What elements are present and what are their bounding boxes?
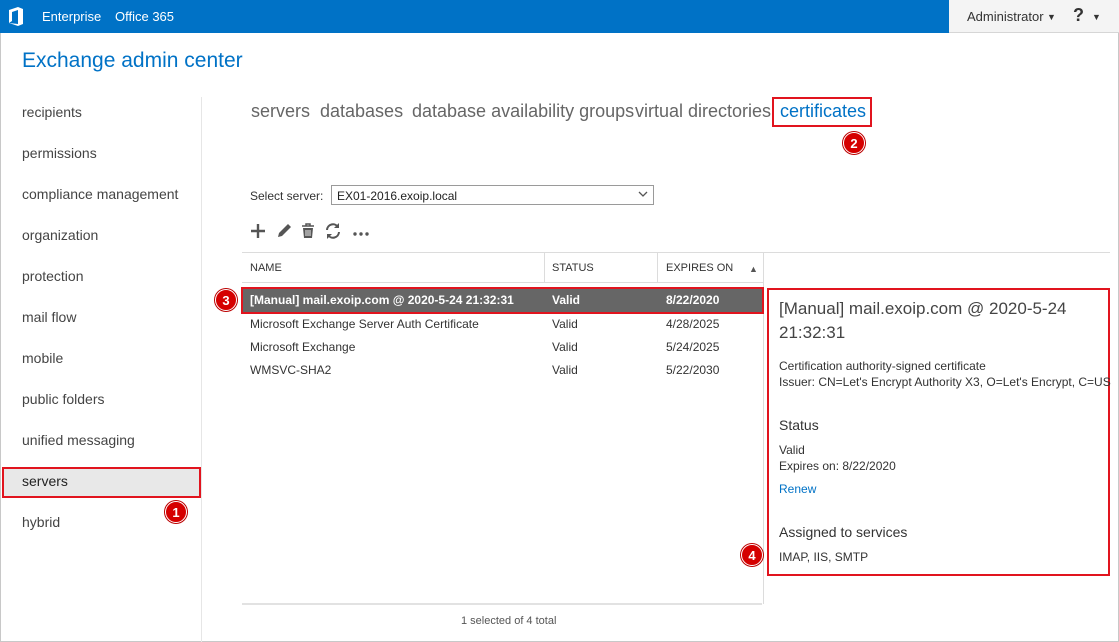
details-services-heading: Assigned to services <box>779 524 908 540</box>
server-dropdown-value: EX01-2016.exoip.local <box>337 189 458 203</box>
step-badge-4: 4 <box>741 544 763 566</box>
details-expires: Expires on: 8/22/2020 <box>779 459 896 473</box>
nav-item-recipients[interactable]: recipients <box>22 104 82 120</box>
tab-database-availability-groups[interactable]: database availability groups <box>412 101 634 122</box>
cell-expires: 5/24/2025 <box>666 340 720 354</box>
more-icon[interactable] <box>352 222 370 240</box>
step-badge-3: 3 <box>215 289 237 311</box>
selection-count: 1 selected of 4 total <box>461 615 557 627</box>
page-title: Exchange admin center <box>22 49 243 72</box>
select-server-label: Select server: <box>250 189 324 203</box>
cell-status: Valid <box>552 317 578 331</box>
user-menu[interactable]: Administrator <box>967 9 1044 24</box>
highlight-box-certificates <box>772 97 872 127</box>
table-top-border <box>242 252 1110 253</box>
step-badge-1: 1 <box>165 501 187 523</box>
nav-item-permissions[interactable]: permissions <box>22 145 97 161</box>
details-certificate-type: Certification authority-signed certifica… <box>779 359 986 373</box>
tab-databases[interactable]: databases <box>320 101 403 122</box>
help-icon[interactable]: ? <box>1073 5 1084 26</box>
office365-link[interactable]: Office 365 <box>115 9 174 24</box>
edit-icon[interactable] <box>275 222 293 240</box>
details-status-value: Valid <box>779 443 805 457</box>
chevron-down-icon <box>638 191 648 197</box>
list-footer-divider <box>242 603 762 605</box>
server-dropdown[interactable]: EX01-2016.exoip.local <box>331 185 654 205</box>
highlight-box-servers <box>2 467 201 498</box>
nav-item-hybrid[interactable]: hybrid <box>22 514 60 530</box>
nav-item-protection[interactable]: protection <box>22 268 83 284</box>
office-logo-icon[interactable] <box>8 7 24 26</box>
nav-divider <box>201 97 202 642</box>
details-issuer: Issuer: CN=Let's Encrypt Authority X3, O… <box>779 375 1111 389</box>
details-title: [Manual] mail.exoip.com @ 2020-5-24 21:3… <box>779 299 1067 342</box>
column-header-expires-on[interactable]: EXPIRES ON <box>666 262 733 274</box>
cell-status: Valid <box>552 340 578 354</box>
refresh-icon[interactable] <box>324 222 342 240</box>
nav-item-unified-messaging[interactable]: unified messaging <box>22 432 135 448</box>
highlight-box-selected-row <box>241 287 764 314</box>
column-divider <box>544 252 545 282</box>
cell-expires: 5/22/2030 <box>666 363 720 377</box>
cell-name[interactable]: Microsoft Exchange Server Auth Certifica… <box>250 317 479 331</box>
nav-item-mobile[interactable]: mobile <box>22 350 63 366</box>
tab-virtual-directories[interactable]: virtual directories <box>635 101 771 122</box>
nav-item-compliance-management[interactable]: compliance management <box>22 186 178 202</box>
cell-expires: 4/28/2025 <box>666 317 720 331</box>
nav-item-organization[interactable]: organization <box>22 227 98 243</box>
details-status-heading: Status <box>779 417 819 433</box>
nav-item-mail-flow[interactable]: mail flow <box>22 309 76 325</box>
column-header-name[interactable]: NAME <box>250 262 282 274</box>
delete-icon[interactable] <box>299 222 317 240</box>
column-header-status[interactable]: STATUS <box>552 262 594 274</box>
add-icon[interactable] <box>249 222 267 240</box>
cell-name[interactable]: WMSVC-SHA2 <box>250 363 331 377</box>
enterprise-link[interactable]: Enterprise <box>42 9 101 24</box>
chevron-down-icon[interactable]: ▼ <box>1047 12 1056 22</box>
renew-link[interactable]: Renew <box>779 482 816 496</box>
cell-status: Valid <box>552 363 578 377</box>
cell-name[interactable]: Microsoft Exchange <box>250 340 355 354</box>
step-badge-2: 2 <box>843 132 865 154</box>
column-divider <box>657 252 658 282</box>
tab-servers[interactable]: servers <box>251 101 310 122</box>
sort-ascending-icon[interactable]: ▲ <box>749 264 758 274</box>
details-services: IMAP, IIS, SMTP <box>779 550 869 564</box>
nav-item-public-folders[interactable]: public folders <box>22 391 105 407</box>
table-header-border <box>242 282 763 283</box>
chevron-down-icon[interactable]: ▼ <box>1092 12 1101 22</box>
top-bar: Enterprise Office 365 Administrator ▼ ? … <box>0 0 1119 33</box>
top-right-area: Administrator ▼ ? ▼ <box>949 0 1119 33</box>
